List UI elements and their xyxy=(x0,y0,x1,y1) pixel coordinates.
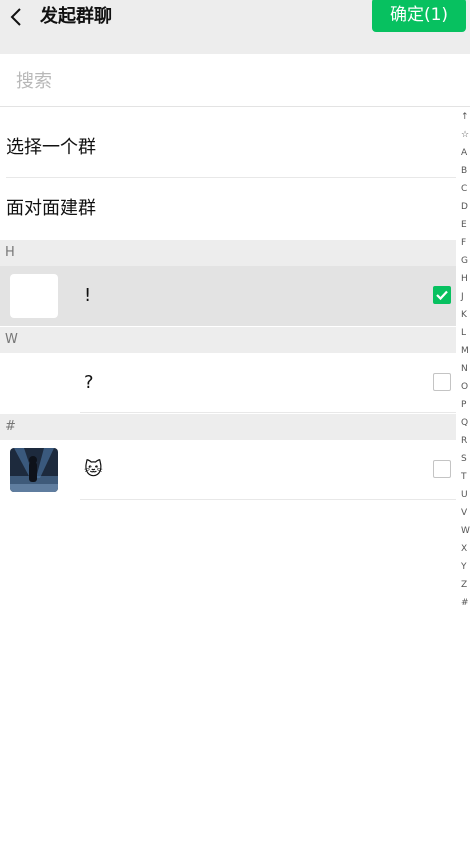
index-letter[interactable]: E xyxy=(461,216,470,234)
section-header-hash: # xyxy=(0,414,456,440)
top-bar: 发起群聊 确定(1) xyxy=(0,0,470,54)
index-letter[interactable]: N xyxy=(461,360,470,378)
index-letter[interactable]: V xyxy=(461,504,470,522)
back-arrow-icon[interactable] xyxy=(4,4,28,30)
index-letter[interactable]: # xyxy=(461,594,470,612)
index-letter[interactable]: U xyxy=(461,486,470,504)
index-letter[interactable]: J xyxy=(461,288,470,306)
avatar xyxy=(10,448,58,492)
contact-row[interactable]: ! xyxy=(0,266,456,326)
search-bar xyxy=(0,54,470,107)
contact-name: 🐱 xyxy=(84,459,103,480)
index-letter[interactable]: W xyxy=(461,522,470,540)
section-letter: W xyxy=(5,332,18,347)
contact-row[interactable]: ? xyxy=(0,353,456,413)
divider xyxy=(80,499,456,500)
index-letter[interactable]: S xyxy=(461,450,470,468)
option-label: 选择一个群 xyxy=(6,137,96,158)
contact-row[interactable]: 🐱 xyxy=(0,440,456,500)
index-letter[interactable]: C xyxy=(461,180,470,198)
section-header-w: W xyxy=(0,327,456,353)
section-letter: # xyxy=(5,419,16,434)
section-letter: H xyxy=(5,245,15,260)
search-input[interactable] xyxy=(14,64,438,98)
contact-name: ! xyxy=(84,285,92,306)
index-letter[interactable]: O xyxy=(461,378,470,396)
index-letter[interactable]: D xyxy=(461,198,470,216)
index-letter[interactable]: K xyxy=(461,306,470,324)
index-letter[interactable]: B xyxy=(461,162,470,180)
confirm-button[interactable]: 确定(1) xyxy=(372,0,466,32)
index-letter[interactable]: X xyxy=(461,540,470,558)
index-letter[interactable]: F xyxy=(461,234,470,252)
index-letter[interactable]: H xyxy=(461,270,470,288)
index-letter[interactable]: T xyxy=(461,468,470,486)
option-label: 面对面建群 xyxy=(6,198,96,219)
section-header-h: H xyxy=(0,240,456,266)
index-letter[interactable]: R xyxy=(461,432,470,450)
option-face-to-face-group[interactable]: 面对面建群 xyxy=(0,179,456,239)
index-letter[interactable]: A xyxy=(461,144,470,162)
page-title: 发起群聊 xyxy=(40,6,112,27)
divider xyxy=(80,412,456,413)
contact-name: ? xyxy=(84,372,94,393)
index-letter[interactable]: P xyxy=(461,396,470,414)
index-letter[interactable]: M xyxy=(461,342,470,360)
avatar xyxy=(10,361,58,405)
index-letter[interactable]: G xyxy=(461,252,470,270)
contact-checkbox[interactable] xyxy=(433,460,451,478)
index-letter[interactable]: L xyxy=(461,324,470,342)
avatar xyxy=(10,274,58,318)
alphabet-index-bar[interactable]: ↑ ☆ A B C D E F G H J K L M N O P Q R S T U V W X Y Z # xyxy=(461,108,470,708)
index-letter[interactable]: ↑ xyxy=(461,108,470,126)
index-letter[interactable]: ☆ xyxy=(461,126,470,144)
contact-checkbox[interactable] xyxy=(433,373,451,391)
option-select-group[interactable]: 选择一个群 xyxy=(0,118,456,178)
contact-checkbox[interactable] xyxy=(433,286,451,304)
index-letter[interactable]: Q xyxy=(461,414,470,432)
index-letter[interactable]: Y xyxy=(461,558,470,576)
divider xyxy=(6,177,456,178)
checkmark-icon xyxy=(436,290,448,301)
index-letter[interactable]: Z xyxy=(461,576,470,594)
